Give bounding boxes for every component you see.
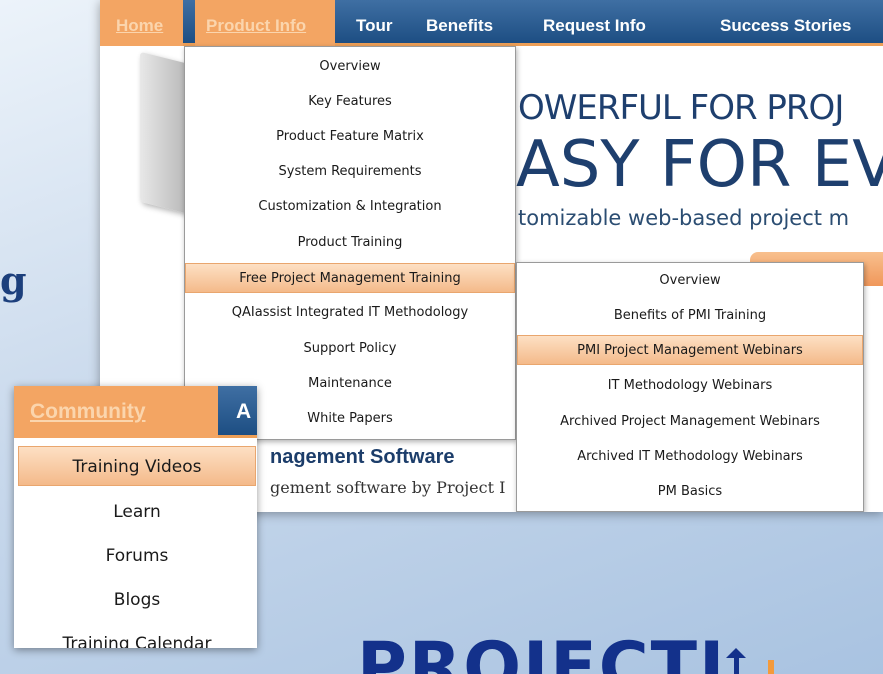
- footer-logo-text: PROJECTI: [357, 628, 727, 674]
- community-item-blogs[interactable]: Blogs: [18, 580, 256, 620]
- device-image: [140, 51, 190, 215]
- cube-logo-icon: [726, 648, 774, 674]
- submenu-item-benefits-pmi[interactable]: Benefits of PMI Training: [517, 301, 863, 331]
- product-info-menu: Overview Key Features Product Feature Ma…: [184, 46, 516, 440]
- submenu-item-pmi-webinars[interactable]: PMI Project Management Webinars: [517, 335, 863, 365]
- community-nav-bar: Community A: [14, 386, 257, 438]
- submenu-item-archived-it-webinars[interactable]: Archived IT Methodology Webinars: [517, 442, 863, 472]
- community-item-learn[interactable]: Learn: [18, 492, 256, 532]
- community-item-training-videos[interactable]: Training Videos: [18, 446, 256, 486]
- menu-item-support-policy[interactable]: Support Policy: [185, 334, 515, 364]
- community-item-training-calendar[interactable]: Training Calendar: [18, 624, 256, 648]
- hero-headline-2: ASY FOR EV: [516, 128, 883, 202]
- menu-item-system-requirements[interactable]: System Requirements: [185, 157, 515, 187]
- section-text: gement software by Project I: [270, 478, 506, 497]
- hero-headline-1: OWERFUL FOR PROJ: [518, 88, 844, 128]
- community-tab[interactable]: Community: [30, 386, 146, 438]
- menu-item-overview[interactable]: Overview: [185, 52, 515, 82]
- menu-item-free-pm-training[interactable]: Free Project Management Training: [185, 263, 515, 293]
- nav-success-stories[interactable]: Success Stories: [720, 0, 851, 46]
- community-item-forums[interactable]: Forums: [18, 536, 256, 576]
- submenu-item-pm-basics[interactable]: PM Basics: [517, 477, 863, 507]
- side-letter: g: [0, 258, 27, 303]
- menu-item-key-features[interactable]: Key Features: [185, 87, 515, 117]
- submenu-item-overview[interactable]: Overview: [517, 266, 863, 296]
- menu-item-product-training[interactable]: Product Training: [185, 228, 515, 258]
- nav-product-info[interactable]: Product Info: [206, 0, 306, 46]
- nav-home[interactable]: Home: [116, 0, 163, 46]
- nav-benefits[interactable]: Benefits: [426, 0, 493, 46]
- nav-request-info[interactable]: Request Info: [543, 0, 646, 46]
- submenu-item-it-webinars[interactable]: IT Methodology Webinars: [517, 371, 863, 401]
- nav-tour[interactable]: Tour: [356, 0, 393, 46]
- next-tab[interactable]: A: [236, 386, 251, 438]
- menu-item-qaiassist[interactable]: QAIassist Integrated IT Methodology: [185, 298, 515, 328]
- training-submenu: Overview Benefits of PMI Training PMI Pr…: [516, 262, 864, 512]
- community-menu-screenshot: Community A Training Videos Learn Forums…: [14, 386, 257, 648]
- menu-item-feature-matrix[interactable]: Product Feature Matrix: [185, 122, 515, 152]
- menu-item-customization[interactable]: Customization & Integration: [185, 192, 515, 222]
- section-title: nagement Software: [270, 446, 455, 468]
- top-navigation-bar: Home Product Info Tour Benefits Request …: [100, 0, 883, 46]
- submenu-item-archived-pm-webinars[interactable]: Archived Project Management Webinars: [517, 407, 863, 437]
- hero-subline: tomizable web-based project m: [518, 206, 850, 230]
